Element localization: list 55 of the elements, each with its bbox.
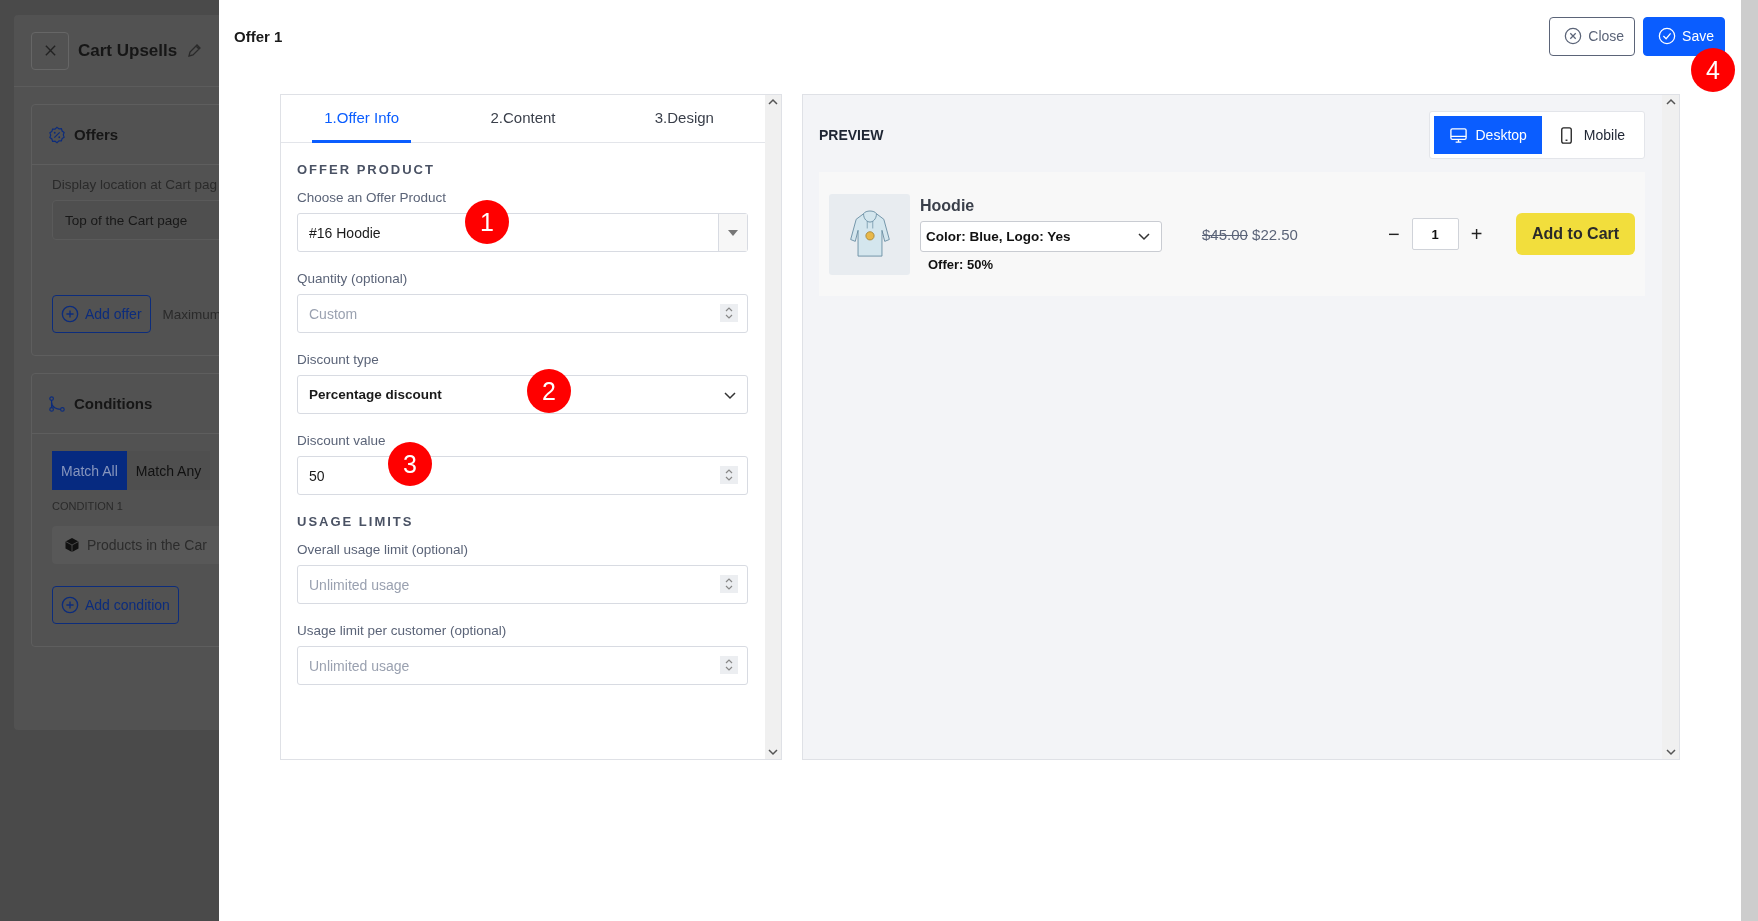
variant-select[interactable]: Color: Blue, Logo: Yes [920,220,1162,252]
cube-icon [64,537,80,553]
offer-text: Offer: 50% [928,256,995,272]
caret-icon [728,229,738,236]
scrollbar[interactable] [1662,95,1679,759]
section-title: Conditions [74,395,153,412]
section-heading: USAGE LIMITS [297,513,415,531]
section-title: Offers [74,126,119,143]
field-label: Quantity (optional) [297,270,409,288]
product-name: Hoodie [920,196,976,215]
spinner-icon [720,575,738,593]
field-label: Overall usage limit (optional) [297,541,470,559]
scroll-up-icon [1665,98,1676,106]
decrease-button[interactable]: − [1384,222,1404,246]
close-button[interactable]: Close [1549,16,1636,56]
tab[interactable]: 2.Content [478,95,568,143]
match-tab[interactable]: Match All [52,451,127,490]
plus-circle-icon [61,596,79,614]
number-field[interactable]: Unlimited usage [297,565,748,604]
increase-button[interactable]: + [1466,222,1487,246]
field-label: Choose an Offer Product [297,189,448,207]
scroll-down-icon [768,748,778,756]
scroll-down-icon [1665,748,1676,756]
pencil-icon [186,42,203,59]
branch-icon [48,394,66,413]
field-label: Usage limit per customer (optional) [297,622,508,640]
page-title: Cart Upsells [78,40,178,61]
field-label: Discount value [297,432,387,450]
field-label: Discount type [297,351,380,369]
sale-price: $22.50 [1252,225,1298,243]
close-icon [43,44,57,57]
device-tab[interactable]: Desktop [1433,116,1542,154]
save-button[interactable]: Save [1643,16,1725,56]
page-scrollbar[interactable] [1741,0,1758,921]
dialog-title: Offer 1 [234,27,284,45]
check-circle-icon [1658,27,1677,45]
section-heading: OFFER PRODUCT [297,161,436,179]
preview-title: PREVIEW [819,127,884,143]
close-button[interactable] [31,31,69,70]
plus-circle-icon [61,305,79,323]
tab[interactable]: 3.Design [642,95,726,143]
monitor-icon [1448,125,1468,145]
spinner-icon [720,304,738,322]
spinner-icon [720,466,738,484]
quantity-field[interactable]: 1 [1411,218,1459,250]
spinner-icon [720,656,738,674]
tab[interactable]: 1.Offer Info [312,95,412,143]
add-to-cart-button[interactable]: Add to Cart [1516,213,1636,255]
close-icon [1564,27,1583,45]
scroll-up-icon [768,98,778,106]
scrollbar[interactable] [765,95,781,759]
discount-badge-icon [48,125,66,144]
number-field[interactable]: Unlimited usage [297,646,748,685]
number-field[interactable]: Custom [297,294,748,333]
old-price: $45.00 [1202,225,1248,243]
